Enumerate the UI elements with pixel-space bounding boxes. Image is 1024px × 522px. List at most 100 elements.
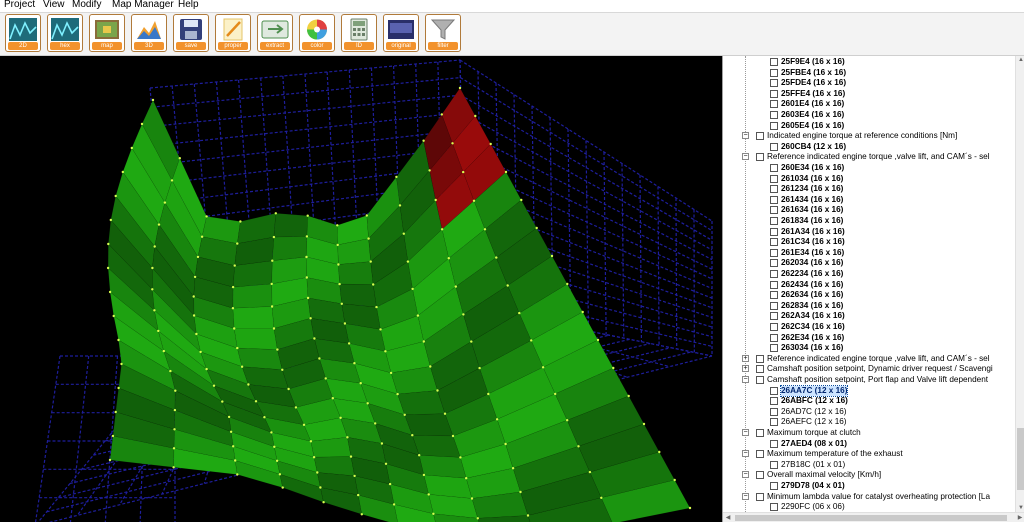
horizontal-scroll-thumb[interactable] (735, 515, 1007, 521)
toolbar-original-button[interactable]: original (383, 14, 419, 52)
toolbar-map-button[interactable]: map (89, 14, 125, 52)
tree-item-checkbox[interactable] (756, 471, 764, 480)
surface-point (360, 513, 363, 516)
tree-item-checkbox[interactable] (770, 344, 778, 353)
tree-item-checkbox[interactable] (770, 333, 778, 342)
tree-item-checkbox[interactable] (770, 142, 778, 151)
tree-item-checkbox[interactable] (770, 79, 778, 88)
tree-item-checkbox[interactable] (770, 195, 778, 204)
tree-item-checkbox[interactable] (770, 248, 778, 257)
tree-item-checkbox[interactable] (770, 227, 778, 236)
scroll-right-arrow-icon[interactable]: ▶ (1015, 514, 1024, 522)
tree-item-checkbox[interactable] (770, 174, 778, 183)
surface-cell (272, 236, 308, 261)
menu-project[interactable]: Project (4, 0, 35, 11)
toolbar-color-button[interactable]: color (299, 14, 335, 52)
tree-item-checkbox[interactable] (770, 397, 778, 406)
surface-point (157, 329, 160, 333)
collapse-icon[interactable]: − (742, 492, 749, 500)
surface-point (309, 317, 312, 320)
tree-item-checkbox[interactable] (756, 450, 764, 459)
scroll-left-arrow-icon[interactable]: ◀ (723, 514, 733, 522)
surface-point (316, 471, 319, 474)
tree-item-checkbox[interactable] (770, 238, 778, 247)
3d-surface-chart[interactable] (0, 56, 722, 522)
tree-item-checkbox[interactable] (770, 111, 778, 119)
tree-item-checkbox[interactable] (770, 217, 778, 225)
surface-point (429, 365, 432, 368)
surface-point (550, 254, 554, 258)
tree-item-label: Indicated engine torque at reference con… (767, 131, 958, 141)
tree-item-checkbox[interactable] (756, 153, 764, 162)
tree-item-checkbox[interactable] (770, 89, 778, 98)
tree-item-checkbox[interactable] (770, 291, 778, 300)
collapse-icon[interactable]: − (742, 153, 749, 161)
tree-item-label: 2605E4 (16 x 16) (781, 120, 845, 130)
surface-point (418, 454, 421, 457)
tree-item-checkbox[interactable] (770, 503, 778, 512)
tree-item-checkbox[interactable] (770, 206, 778, 215)
menu-view[interactable]: View (43, 0, 65, 11)
tree-item-checkbox[interactable] (770, 323, 778, 331)
surface-point (337, 263, 340, 266)
tree-item-checkbox[interactable] (770, 439, 778, 448)
tree-item-checkbox[interactable] (770, 270, 778, 278)
toolbar-extract-button[interactable]: extract (257, 14, 293, 52)
tree-item-checkbox[interactable] (756, 492, 764, 501)
tree-item-checkbox[interactable] (770, 68, 778, 77)
tree-item-checkbox[interactable] (756, 376, 764, 384)
vertical-scroll-thumb[interactable] (1017, 428, 1024, 490)
tree-item-checkbox[interactable] (756, 132, 764, 141)
collapse-icon[interactable]: − (742, 471, 749, 479)
tree-item-checkbox[interactable] (770, 164, 778, 172)
tree-item-checkbox[interactable] (770, 460, 778, 469)
menu-bar: Project View Modify Map Manager Help (0, 0, 1024, 13)
tree-item-checkbox[interactable] (770, 58, 778, 66)
surface-point (336, 243, 339, 247)
tree-item-label: 260E34 (16 x 16) (781, 163, 845, 172)
tree-item-checkbox[interactable] (770, 185, 778, 194)
menu-help[interactable]: Help (178, 0, 199, 11)
toolbar-save-button[interactable]: save (173, 14, 209, 52)
tree-item-label: 26AD7C (12 x 16) (781, 406, 847, 416)
tree-item-checkbox[interactable] (770, 100, 778, 109)
tree-item-checkbox[interactable] (770, 259, 778, 268)
toolbar-id-button[interactable]: ID (341, 14, 377, 52)
tree-item-checkbox[interactable] (770, 386, 778, 395)
properties-icon (223, 18, 243, 41)
collapse-icon[interactable]: − (742, 132, 749, 140)
surface-point (612, 366, 615, 370)
toolbar-proper-button[interactable]: proper (215, 14, 251, 52)
tree-item-checkbox[interactable] (756, 429, 764, 437)
toolbar-3d-button[interactable]: 3D (131, 14, 167, 52)
collapse-icon[interactable]: − (742, 429, 749, 436)
tree-item-checkbox[interactable] (756, 365, 764, 374)
surface-point (151, 266, 154, 270)
tree-item-checkbox[interactable] (756, 354, 764, 363)
tree-item-checkbox[interactable] (770, 301, 778, 310)
toolbar-2d-button[interactable]: 2D (5, 14, 41, 52)
expand-icon[interactable]: + (742, 365, 749, 373)
collapse-icon[interactable]: − (742, 376, 749, 383)
collapse-icon[interactable]: − (742, 450, 749, 458)
3d-map-viewport[interactable] (0, 56, 722, 522)
menu-modify[interactable]: Modify (72, 0, 101, 11)
menu-map-manager[interactable]: Map Manager (112, 0, 174, 11)
tree-item-checkbox[interactable] (770, 482, 778, 490)
expand-icon[interactable]: + (742, 354, 749, 362)
scroll-up-arrow-icon[interactable]: ▲ (1016, 56, 1024, 64)
tree-item-checkbox[interactable] (770, 280, 778, 289)
scroll-down-arrow-icon[interactable]: ▼ (1016, 504, 1024, 512)
toolbar-filter-button[interactable]: filter (425, 14, 461, 52)
surface-point (470, 340, 473, 343)
toolbar-hex-button[interactable]: hex (47, 14, 83, 52)
tree-item-checkbox[interactable] (770, 418, 778, 427)
tree-item-checkbox[interactable] (770, 407, 778, 416)
tree-item-checkbox[interactable] (770, 121, 778, 130)
horizontal-scrollbar[interactable]: ◀ ▶ (723, 512, 1024, 522)
tree-item-checkbox[interactable] (770, 312, 778, 321)
vertical-scrollbar[interactable]: ▲ ▼ (1015, 56, 1024, 512)
surface-point (236, 242, 239, 245)
surface-point (411, 287, 414, 291)
surface-point (229, 430, 233, 433)
